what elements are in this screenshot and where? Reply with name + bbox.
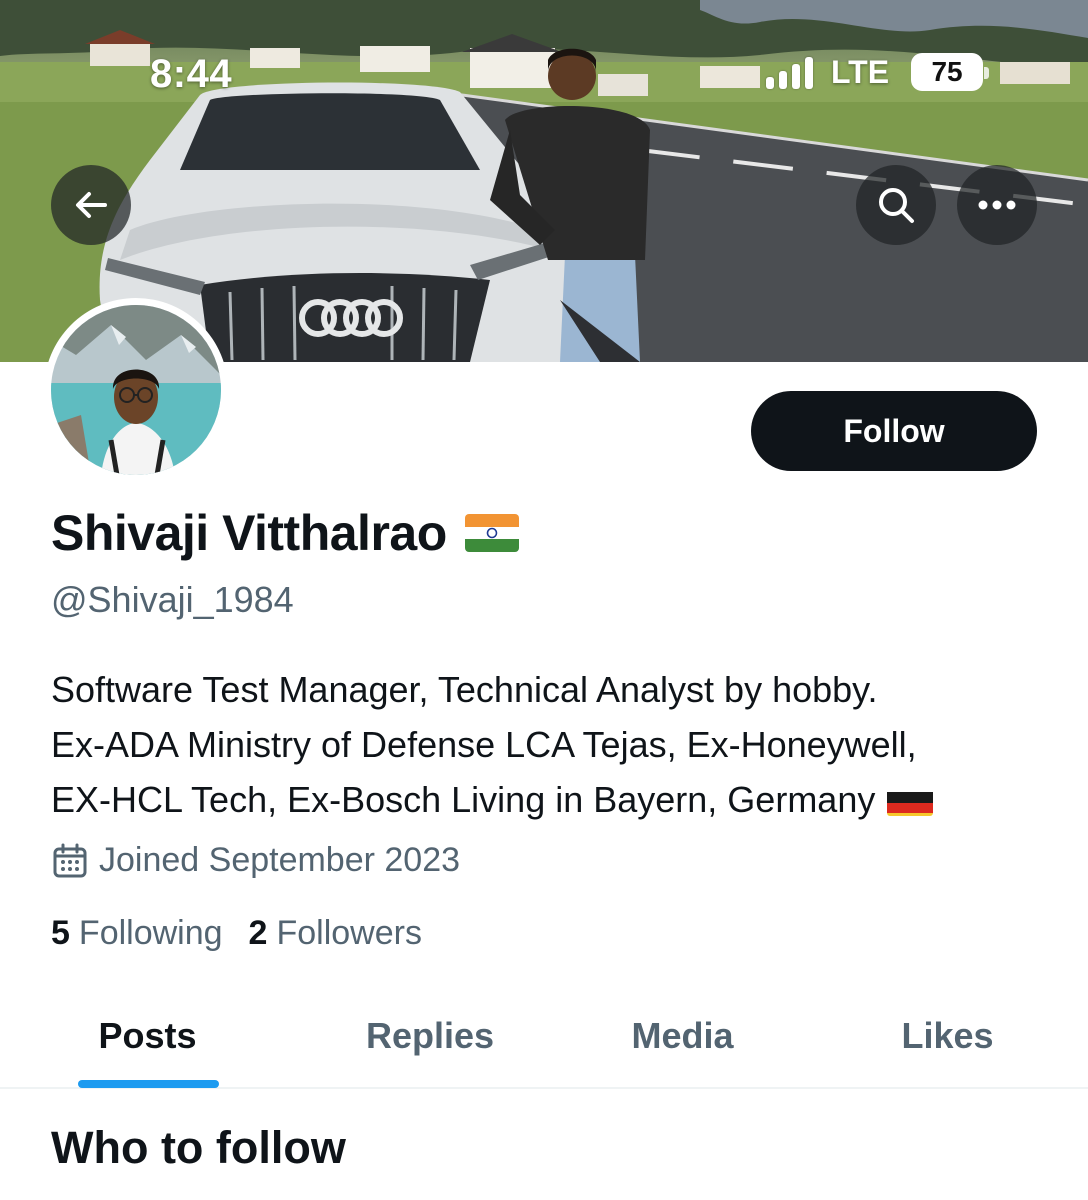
battery-level: 75 <box>931 56 963 87</box>
profile-tabs: Posts Replies Media Likes <box>0 985 1088 1089</box>
followers-link[interactable]: 2 Followers <box>249 914 422 953</box>
more-options-button[interactable] <box>957 165 1037 245</box>
battery-icon: 75 <box>911 53 990 91</box>
following-link[interactable]: 5 Following <box>51 914 223 953</box>
network-type: LTE <box>831 53 890 90</box>
who-to-follow-heading: Who to follow <box>51 1122 346 1173</box>
bio-line: Ex-ADA Ministry of Defense LCA Tejas, Ex… <box>51 724 917 765</box>
status-indicators: LTE 75 <box>766 52 990 92</box>
tab-likes[interactable]: Likes <box>845 985 1050 1087</box>
status-time: 8:44 <box>150 52 233 96</box>
profile-page: 8:44 LTE 75 Follow Shivaji Vitthalrao @S… <box>0 0 1088 1200</box>
germany-flag-icon <box>887 784 934 816</box>
active-tab-indicator <box>78 1080 219 1088</box>
tab-replies[interactable]: Replies <box>320 985 540 1087</box>
follow-stats: 5 Following 2 Followers <box>51 914 448 953</box>
signal-strength-icon <box>766 55 813 89</box>
followers-label: Followers <box>276 914 422 952</box>
joined-date: Joined September 2023 <box>51 841 460 880</box>
joined-text: Joined September 2023 <box>99 841 461 879</box>
bio-line: EX-HCL Tech, Ex-Bosch Living in Bayern, … <box>51 779 876 820</box>
display-name: Shivaji Vitthalrao <box>51 505 447 561</box>
tab-posts[interactable]: Posts <box>40 985 255 1087</box>
search-icon <box>879 188 914 223</box>
following-count: 5 <box>51 914 70 952</box>
following-label: Following <box>78 914 223 952</box>
back-button[interactable] <box>51 165 131 245</box>
arrow-left-icon <box>76 192 107 218</box>
tab-media[interactable]: Media <box>580 985 785 1087</box>
profile-avatar[interactable] <box>44 298 228 482</box>
avatar-photo <box>51 305 221 475</box>
india-flag-icon <box>464 514 519 552</box>
display-name-row: Shivaji Vitthalrao <box>51 504 519 562</box>
bio-line: Software Test Manager, Technical Analyst… <box>51 669 878 710</box>
followers-count: 2 <box>248 914 268 952</box>
profile-bio: Software Test Manager, Technical Analyst… <box>51 662 1051 827</box>
calendar-icon <box>53 843 87 877</box>
profile-handle: @Shivaji_1984 <box>51 579 294 620</box>
follow-button[interactable]: Follow <box>751 391 1037 471</box>
bio-line-with-flag: EX-HCL Tech, Ex-Bosch Living in Bayern, … <box>51 772 1051 827</box>
search-button[interactable] <box>856 165 936 245</box>
more-horizontal-icon <box>978 200 1016 210</box>
